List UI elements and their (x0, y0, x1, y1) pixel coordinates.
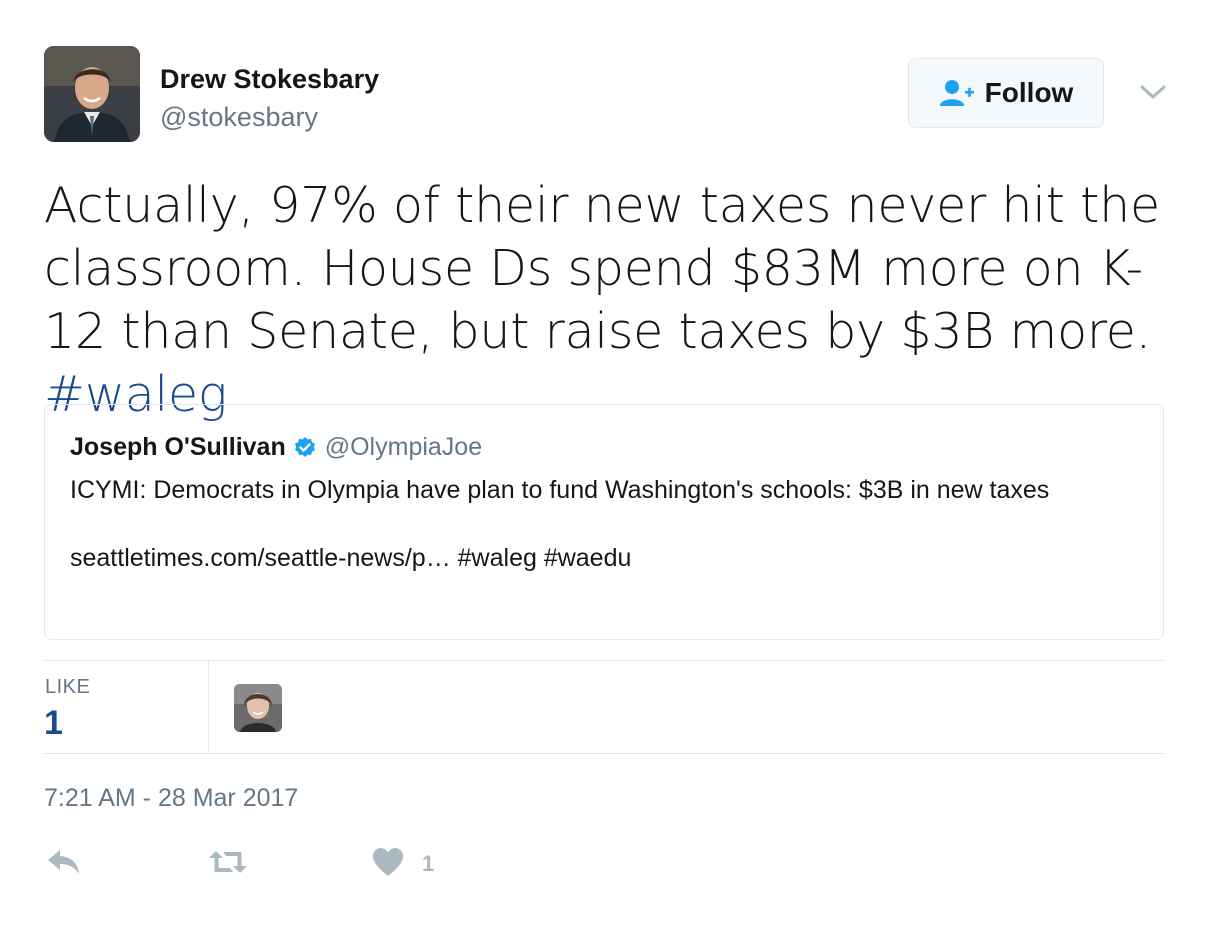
quoted-tweet-link[interactable]: seattletimes.com/seattle-news/p… #waleg … (70, 544, 1138, 573)
like-stat-count[interactable]: 1 (44, 704, 63, 743)
like-button[interactable]: 1 (372, 846, 434, 882)
quoted-tweet[interactable]: Joseph O'Sullivan @OlympiaJoe ICYMI: Dem… (44, 404, 1164, 640)
tweet-body: Actually, 97% of their new taxes never h… (44, 177, 1160, 360)
tweet-text: Actually, 97% of their new taxes never h… (44, 174, 1174, 426)
reply-icon (46, 847, 82, 882)
stats-divider-vertical (208, 661, 209, 753)
heart-icon (372, 847, 404, 882)
chevron-down-icon[interactable] (1138, 80, 1168, 104)
author-name[interactable]: Drew Stokesbary (160, 64, 379, 95)
follow-label: Follow (984, 77, 1074, 108)
verified-badge-icon (293, 436, 317, 460)
author-handle[interactable]: @stokesbary (160, 102, 318, 133)
tweet-timestamp[interactable]: 7:21 AM - 28 Mar 2017 (44, 784, 298, 813)
quoted-author-name: Joseph O'Sullivan (70, 433, 286, 461)
like-stat-label: LIKE (45, 676, 91, 698)
reply-button[interactable] (46, 846, 82, 882)
retweet-button[interactable] (206, 846, 250, 882)
author-avatar[interactable] (44, 46, 140, 142)
quoted-author-handle: @OlympiaJoe (324, 433, 483, 461)
stats-divider-bottom (44, 753, 1164, 754)
stats-divider-top (44, 660, 1164, 661)
add-user-icon (939, 79, 975, 107)
retweet-icon (206, 847, 250, 882)
like-action-count: 1 (422, 851, 435, 876)
follow-button[interactable]: Follow (908, 58, 1104, 128)
quoted-tweet-text: ICYMI: Democrats in Olympia have plan to… (70, 476, 1050, 504)
liker-avatar[interactable] (234, 684, 282, 732)
